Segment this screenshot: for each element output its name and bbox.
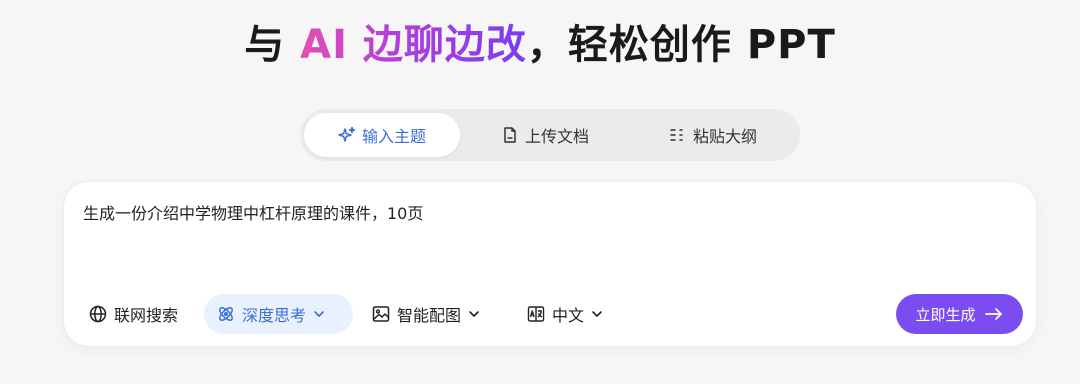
- tab-paste-outline-label: 粘贴大纲: [692, 127, 757, 146]
- image-icon: [371, 304, 391, 324]
- chevron-down-icon: [590, 307, 604, 321]
- translate-icon: [526, 304, 546, 324]
- tab-input-topic[interactable]: 输入主题: [304, 113, 460, 157]
- chevron-down-icon: [467, 307, 481, 321]
- language-dropdown[interactable]: 中文: [526, 294, 604, 334]
- sparkle-icon: [338, 126, 356, 144]
- arrow-right-icon: [984, 306, 1004, 322]
- deep-think-icon: [216, 304, 236, 324]
- title-highlight: AI 边聊边改: [300, 22, 527, 68]
- mode-tabs: 输入主题 上传文档 粘贴大纲: [300, 109, 800, 161]
- tab-upload-document[interactable]: 上传文档: [460, 113, 630, 157]
- web-search-toggle[interactable]: 联网搜索: [88, 294, 178, 334]
- prompt-input[interactable]: 生成一份介绍中学物理中杠杆原理的课件，10页: [83, 200, 423, 224]
- web-search-label: 联网搜索: [114, 306, 179, 325]
- generate-button-label: 立即生成: [915, 305, 976, 324]
- title-suffix: ，轻松创作 PPT: [526, 22, 836, 68]
- language-label: 中文: [552, 306, 585, 325]
- prompt-card: 生成一份介绍中学物理中杠杆原理的课件，10页 联网搜索 深度思考 智能配图 中文…: [63, 181, 1037, 347]
- deep-think-label: 深度思考: [242, 306, 307, 325]
- globe-icon: [88, 304, 108, 324]
- generate-button[interactable]: 立即生成: [896, 294, 1023, 334]
- page-title: 与 AI 边聊边改，轻松创作 PPT: [0, 12, 1080, 70]
- image-option-dropdown[interactable]: 智能配图: [371, 294, 481, 334]
- outline-list-icon: [669, 126, 687, 144]
- chevron-down-icon: [312, 307, 326, 321]
- document-icon: [501, 126, 519, 144]
- image-option-label: 智能配图: [397, 306, 462, 325]
- tab-upload-document-label: 上传文档: [524, 127, 589, 146]
- tab-paste-outline[interactable]: 粘贴大纲: [630, 113, 796, 157]
- title-prefix: 与: [244, 22, 301, 68]
- deep-think-toggle[interactable]: 深度思考: [204, 294, 353, 334]
- tab-input-topic-label: 输入主题: [361, 127, 426, 146]
